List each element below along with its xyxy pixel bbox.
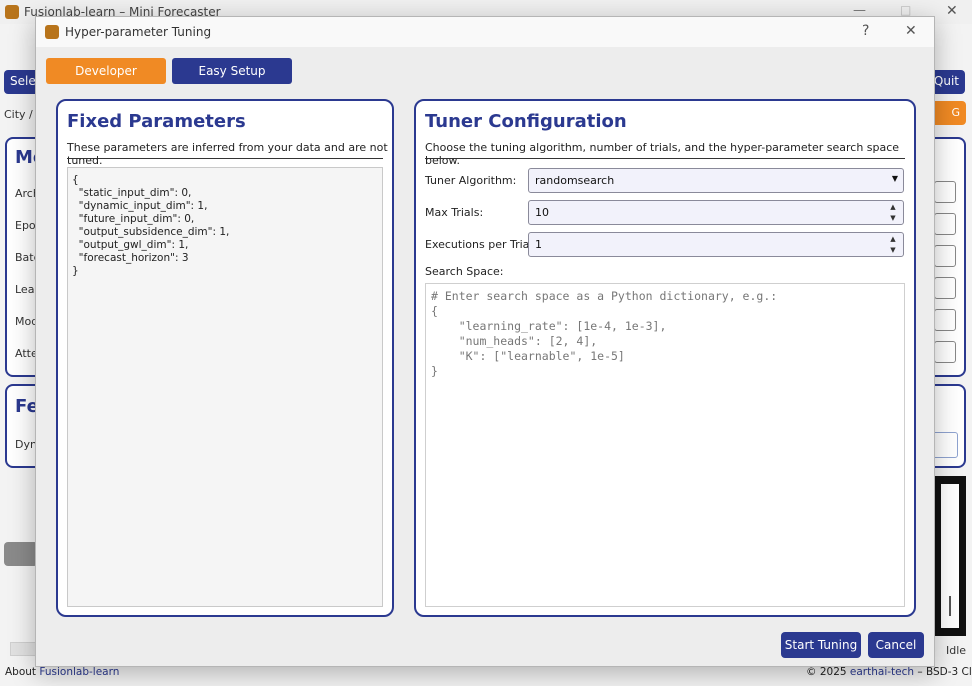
footer-copyright-suffix: – BSD-3 Clause	[917, 666, 972, 678]
footer-copyright-prefix: © 2025	[806, 666, 850, 678]
footer-about: About Fusionlab-learn	[5, 666, 119, 678]
dialog-title: Hyper-parameter Tuning	[65, 25, 212, 39]
log-console	[935, 476, 966, 636]
model-combo[interactable]	[934, 309, 956, 331]
tuner-algorithm-value: randomsearch	[535, 174, 615, 187]
app-icon	[5, 5, 19, 19]
dialog-titlebar: Hyper-parameter Tuning ? ✕	[36, 17, 934, 47]
tuning-dialog: Hyper-parameter Tuning ? ✕ Developer Eas…	[35, 16, 935, 667]
max-trials-spinbox[interactable]: 10 ▲ ▼	[528, 200, 904, 225]
cancel-button[interactable]: Cancel	[868, 632, 924, 658]
dynamic-label: Dyn	[15, 438, 37, 451]
tab-developer[interactable]: Developer	[46, 58, 166, 84]
attention-spinbox[interactable]	[934, 341, 956, 363]
spin-down-icon[interactable]: ▼	[884, 213, 902, 224]
maximize-icon[interactable]: □	[900, 3, 911, 17]
divider	[425, 158, 905, 159]
footer-about-link[interactable]: Fusionlab-learn	[39, 666, 119, 678]
search-space-placeholder: # Enter search space as a Python diction…	[431, 289, 778, 378]
executions-spin-buttons: ▲ ▼	[884, 234, 902, 256]
learning-combo[interactable]	[934, 277, 956, 299]
max-trials-spin-buttons: ▲ ▼	[884, 202, 902, 224]
fixed-parameters-title: Fixed Parameters	[67, 111, 246, 132]
tab-easy-setup[interactable]: Easy Setup	[172, 58, 292, 84]
tuner-configuration-subtitle: Choose the tuning algorithm, number of t…	[425, 141, 900, 167]
arch-combo[interactable]	[934, 181, 956, 203]
max-trials-label: Max Trials:	[425, 206, 484, 219]
search-space-label: Search Space:	[425, 265, 504, 278]
tuner-algorithm-label: Tuner Algorithm:	[425, 174, 517, 187]
console-scrollbar[interactable]	[941, 484, 959, 628]
tuner-algorithm-select[interactable]: randomsearch ▼	[528, 168, 904, 193]
footer-about-prefix: About	[5, 666, 40, 678]
batch-spinbox[interactable]	[934, 245, 956, 267]
footer-copyright-link[interactable]: earthai-tech	[850, 666, 914, 678]
divider	[67, 158, 383, 159]
status-text: Idle	[946, 644, 967, 657]
search-space-editor[interactable]: # Enter search space as a Python diction…	[425, 283, 905, 607]
executions-per-trial-spinbox[interactable]: 1 ▲ ▼	[528, 232, 904, 257]
fixed-parameters-json[interactable]: { "static_input_dim": 0, "dynamic_input_…	[67, 167, 383, 607]
epochs-spinbox[interactable]	[934, 213, 956, 235]
spin-down-icon[interactable]: ▼	[884, 245, 902, 256]
footer-copyright: © 2025 earthai-tech – BSD-3 Clause	[806, 666, 972, 678]
main-close-icon[interactable]: ✕	[946, 3, 958, 19]
tuner-configuration-panel: Tuner Configuration Choose the tuning al…	[414, 99, 916, 617]
executions-per-trial-value: 1	[535, 238, 542, 251]
fixed-parameters-subtitle: These parameters are inferred from your …	[67, 141, 388, 167]
app-icon	[45, 25, 59, 39]
spin-up-icon[interactable]: ▲	[884, 202, 902, 213]
max-trials-value: 10	[535, 206, 549, 219]
tuner-configuration-title: Tuner Configuration	[425, 111, 627, 132]
start-tuning-button[interactable]: Start Tuning	[781, 632, 861, 658]
help-icon[interactable]: ?	[862, 23, 869, 39]
console-scrollbar-thumb[interactable]	[949, 596, 951, 616]
chevron-down-icon[interactable]: ▼	[892, 174, 898, 183]
close-icon[interactable]: ✕	[905, 23, 917, 39]
disabled-button[interactable]	[4, 542, 38, 566]
executions-per-trial-label: Executions per Trial:	[425, 238, 537, 251]
fixed-parameters-json-text: { "static_input_dim": 0, "dynamic_input_…	[72, 174, 230, 277]
fixed-parameters-panel: Fixed Parameters These parameters are in…	[56, 99, 394, 617]
spin-up-icon[interactable]: ▲	[884, 234, 902, 245]
